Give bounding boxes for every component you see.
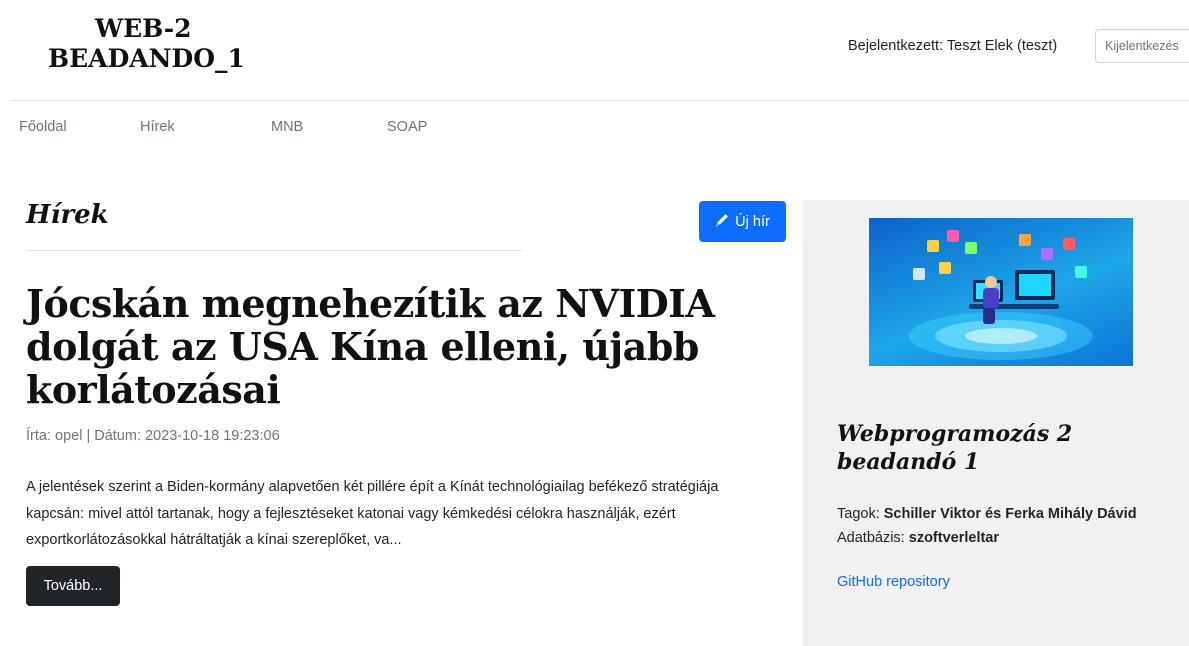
site-logo[interactable]: WEB-2 BEADANDO_1 [48,14,268,74]
pencil-icon [715,213,729,231]
logout-button[interactable]: Kijelentkezés [1095,29,1189,63]
login-status: Bejelentkezett: Teszt Elek (teszt) [848,38,1058,54]
sidebar: Webprogramozás 2 beadandó 1 Tagok: Schil… [803,200,1189,646]
members-label: Tagok: [837,506,880,522]
logo-line-2: BEADANDO_1 [48,44,245,73]
members-value: Schiller Viktor és Ferka Mihály Dávid [883,506,1137,522]
new-article-label: Új hír [735,213,770,230]
article-title[interactable]: Jócskán megnehezítik az NVIDIA dolgát az… [26,282,766,411]
header-divider [10,100,1189,101]
section-divider [26,250,522,251]
github-link[interactable]: GitHub repository [837,574,950,590]
sidebar-info: Tagok: Schiller Viktor és Ferka Mihály D… [837,502,1157,550]
nav-item-home[interactable]: Főoldal [19,119,67,135]
section-title: Hírek [26,200,109,230]
sidebar-title: Webprogramozás 2 beadandó 1 [837,421,1073,475]
logo-line-1: WEB-2 [95,14,192,43]
db-value: szoftverleltar [908,530,1000,546]
new-article-button[interactable]: Új hír [699,201,786,242]
article-excerpt: A jelentések szerint a Biden-kormány ala… [26,479,719,548]
read-more-button[interactable]: Tovább... [26,566,120,606]
nav-item-mnb[interactable]: MNB [271,119,303,135]
nav-item-soap[interactable]: SOAP [387,119,427,135]
nav-item-news[interactable]: Hírek [140,119,175,135]
article-meta: Írta: opel | Dátum: 2023-10-18 19:23:06 [26,428,280,444]
db-label: Adatbázis: [837,530,905,546]
sidebar-illustration [869,218,1133,366]
